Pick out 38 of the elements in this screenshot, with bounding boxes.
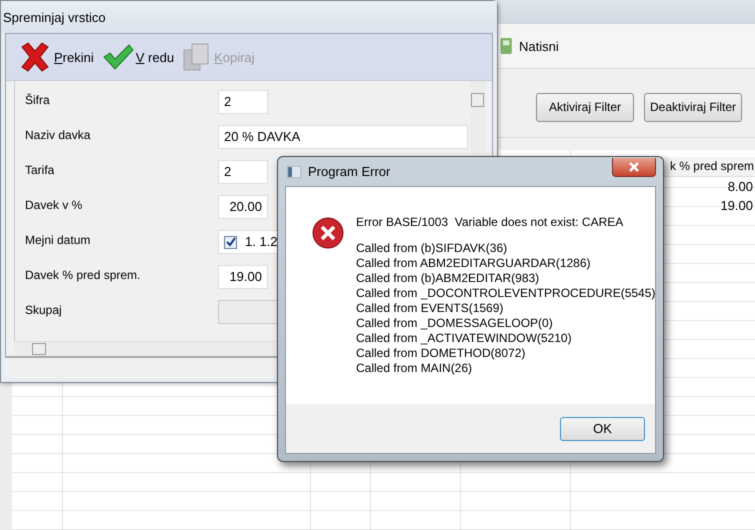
field-label: Tarifa <box>24 162 56 177</box>
close-button[interactable] <box>612 158 656 176</box>
error-message: Error BASE/1003 Variable does not exist: CAREA <box>356 215 624 229</box>
table-cell-text: 8.00 <box>726 178 754 196</box>
ok-button[interactable]: OK <box>560 416 645 440</box>
window-title: Spreminjaj vrstico <box>1 1 497 33</box>
toolbar-button[interactable]: Prekini <box>16 41 96 73</box>
close-icon <box>628 162 640 172</box>
field-label: Davek % pred sprem. <box>24 267 142 282</box>
field-label: Skupaj <box>24 302 63 317</box>
stack-trace-line: Called from DOMETHOD(8072) <box>356 346 526 361</box>
field-label: Davek v % <box>24 197 84 212</box>
error-icon <box>312 217 344 249</box>
input-field[interactable]: 2 <box>218 160 268 184</box>
stack-trace-line: Called from (b)ABM2EDITAR(983) <box>356 271 540 286</box>
input-field[interactable]: 2 <box>218 90 268 114</box>
input-field[interactable]: 19.00 <box>218 265 268 289</box>
field-label: Mejni datum <box>24 232 92 247</box>
field-label: Naziv davka <box>24 127 92 142</box>
filter-button[interactable]: Aktiviraj Filter <box>536 92 634 122</box>
field-label: Šifra <box>24 92 51 107</box>
stack-trace-line: Called from EVENTS(1569) <box>356 301 504 316</box>
toolbar-button[interactable]: V redu <box>100 43 176 71</box>
stack-trace-line: Called from (b)SIFDAVK(36) <box>356 241 508 256</box>
window-icon <box>287 166 301 178</box>
stack-trace-line: Called from MAIN(26) <box>356 361 474 376</box>
checkbox[interactable] <box>224 236 237 248</box>
checkmark-icon <box>102 43 134 71</box>
stack-trace-line: Called from _DOMESSAGELOOP(0) <box>356 316 554 331</box>
stack-trace-line: Called from _DOCONTROLEVENTPROCEDURE(5545) <box>356 286 656 301</box>
stack-trace-line: Called from _ACTIVATEWINDOW(5210) <box>356 331 573 346</box>
stack-trace-line: Called from ABM2EDITARGUARDAR(1286) <box>356 256 592 271</box>
filter-button[interactable]: Deaktiviraj Filter <box>644 92 742 122</box>
dialog-title: Program Error <box>308 164 392 179</box>
column-header[interactable]: k % pred sprem <box>670 157 755 176</box>
table-cell-text: 19.00 <box>719 197 754 215</box>
input-field[interactable]: 20.00 <box>218 195 268 219</box>
input-field[interactable]: 20 % DAVKA <box>218 125 468 149</box>
